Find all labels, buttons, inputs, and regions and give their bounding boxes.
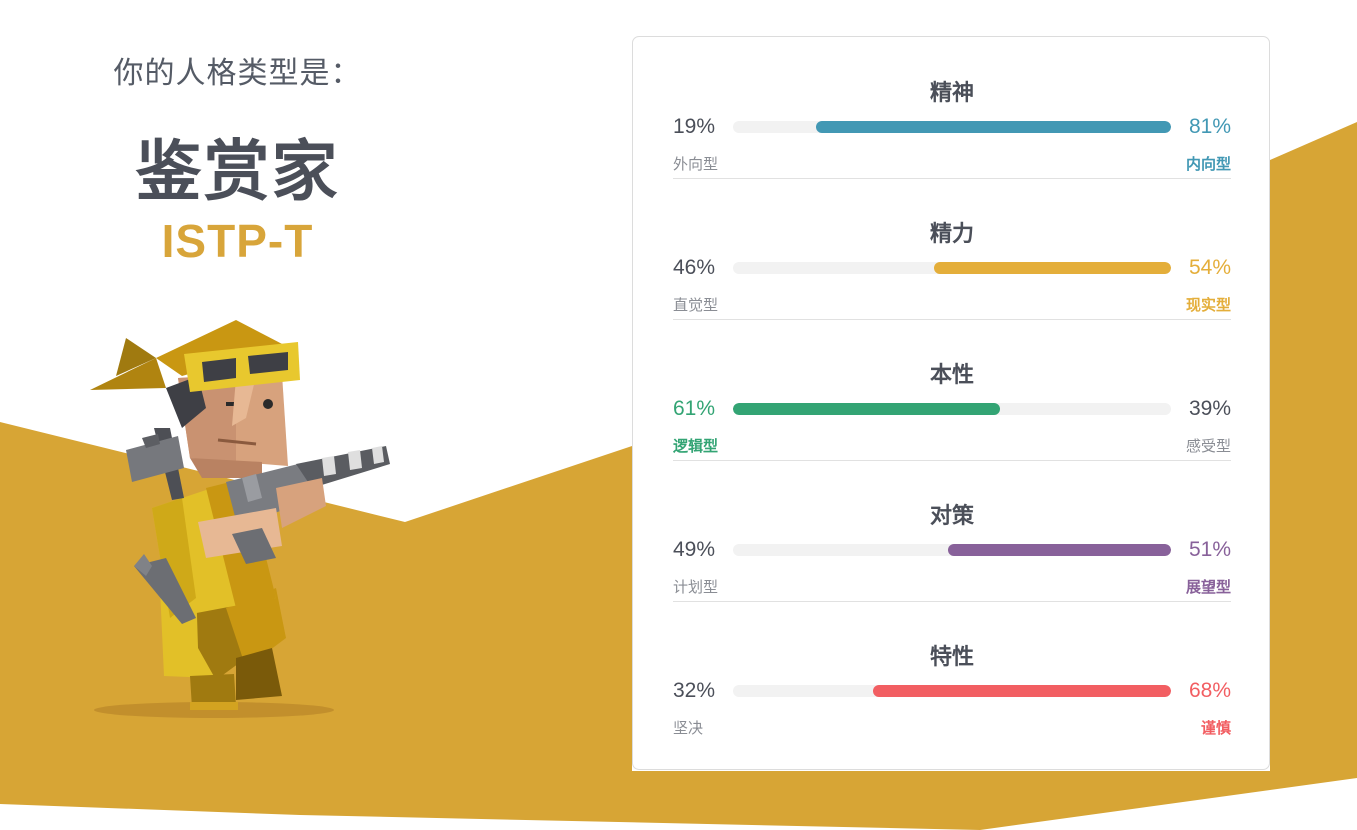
trait-left-label: 坚决	[673, 720, 704, 737]
trait-left-label: 外向型	[673, 156, 719, 173]
intro-text: 你的人格类型是：	[113, 57, 362, 90]
trait-progress-fill	[873, 685, 1171, 697]
trait-title: 特性	[929, 644, 974, 669]
trait-left-percent: 49%	[673, 538, 716, 561]
trait-left-percent: 61%	[673, 397, 716, 420]
trait-right-label: 展望型	[1185, 579, 1231, 596]
trait-title: 精神	[929, 80, 974, 105]
trait-results-panel: 精神 19% 81% 外向型 内向型 精力 46% 54% 直觉型 现实型 本性…	[632, 36, 1270, 770]
trait-row-energy: 精力 46% 54% 直觉型 现实型	[673, 178, 1231, 320]
trait-title: 精力	[929, 221, 974, 246]
virtuoso-character-illustration	[90, 320, 390, 718]
trait-left-percent: 32%	[673, 679, 716, 702]
trait-title: 对策	[929, 503, 974, 528]
trait-progress-bar	[733, 544, 1171, 556]
trait-row-identity: 特性 32% 68% 坚决 谨慎	[673, 601, 1231, 742]
trait-progress-fill	[947, 544, 1171, 556]
trait-right-percent: 81%	[1188, 115, 1231, 138]
personality-type-name: 鉴赏家	[135, 134, 340, 208]
trait-left-label: 逻辑型	[673, 438, 719, 455]
trait-progress-fill	[816, 121, 1171, 133]
trait-right-percent: 54%	[1188, 256, 1231, 279]
trait-right-label: 现实型	[1185, 297, 1231, 314]
trait-left-percent: 19%	[673, 115, 716, 138]
trait-progress-bar	[733, 262, 1171, 274]
trait-row-nature: 本性 61% 39% 逻辑型 感受型	[673, 319, 1231, 461]
trait-row-tactics: 对策 49% 51% 计划型 展望型	[673, 460, 1231, 602]
trait-progress-bar	[733, 121, 1171, 133]
trait-left-percent: 46%	[673, 256, 716, 279]
trait-title: 本性	[929, 362, 974, 387]
trait-progress-bar	[733, 685, 1171, 697]
trait-progress-bar	[733, 403, 1171, 415]
trait-left-label: 计划型	[673, 579, 719, 596]
trait-right-label: 感受型	[1185, 438, 1231, 455]
trait-left-label: 直觉型	[673, 297, 719, 314]
trait-right-percent: 68%	[1188, 679, 1231, 702]
trait-progress-fill	[934, 262, 1171, 274]
trait-progress-fill	[733, 403, 1001, 415]
trait-right-label: 谨慎	[1200, 720, 1231, 737]
trait-row-mind: 精神 19% 81% 外向型 内向型	[673, 37, 1231, 179]
trait-right-percent: 39%	[1188, 397, 1231, 420]
trait-right-percent: 51%	[1188, 538, 1231, 561]
trait-right-label: 内向型	[1185, 156, 1231, 173]
personality-type-code: ISTP-T	[161, 215, 314, 267]
